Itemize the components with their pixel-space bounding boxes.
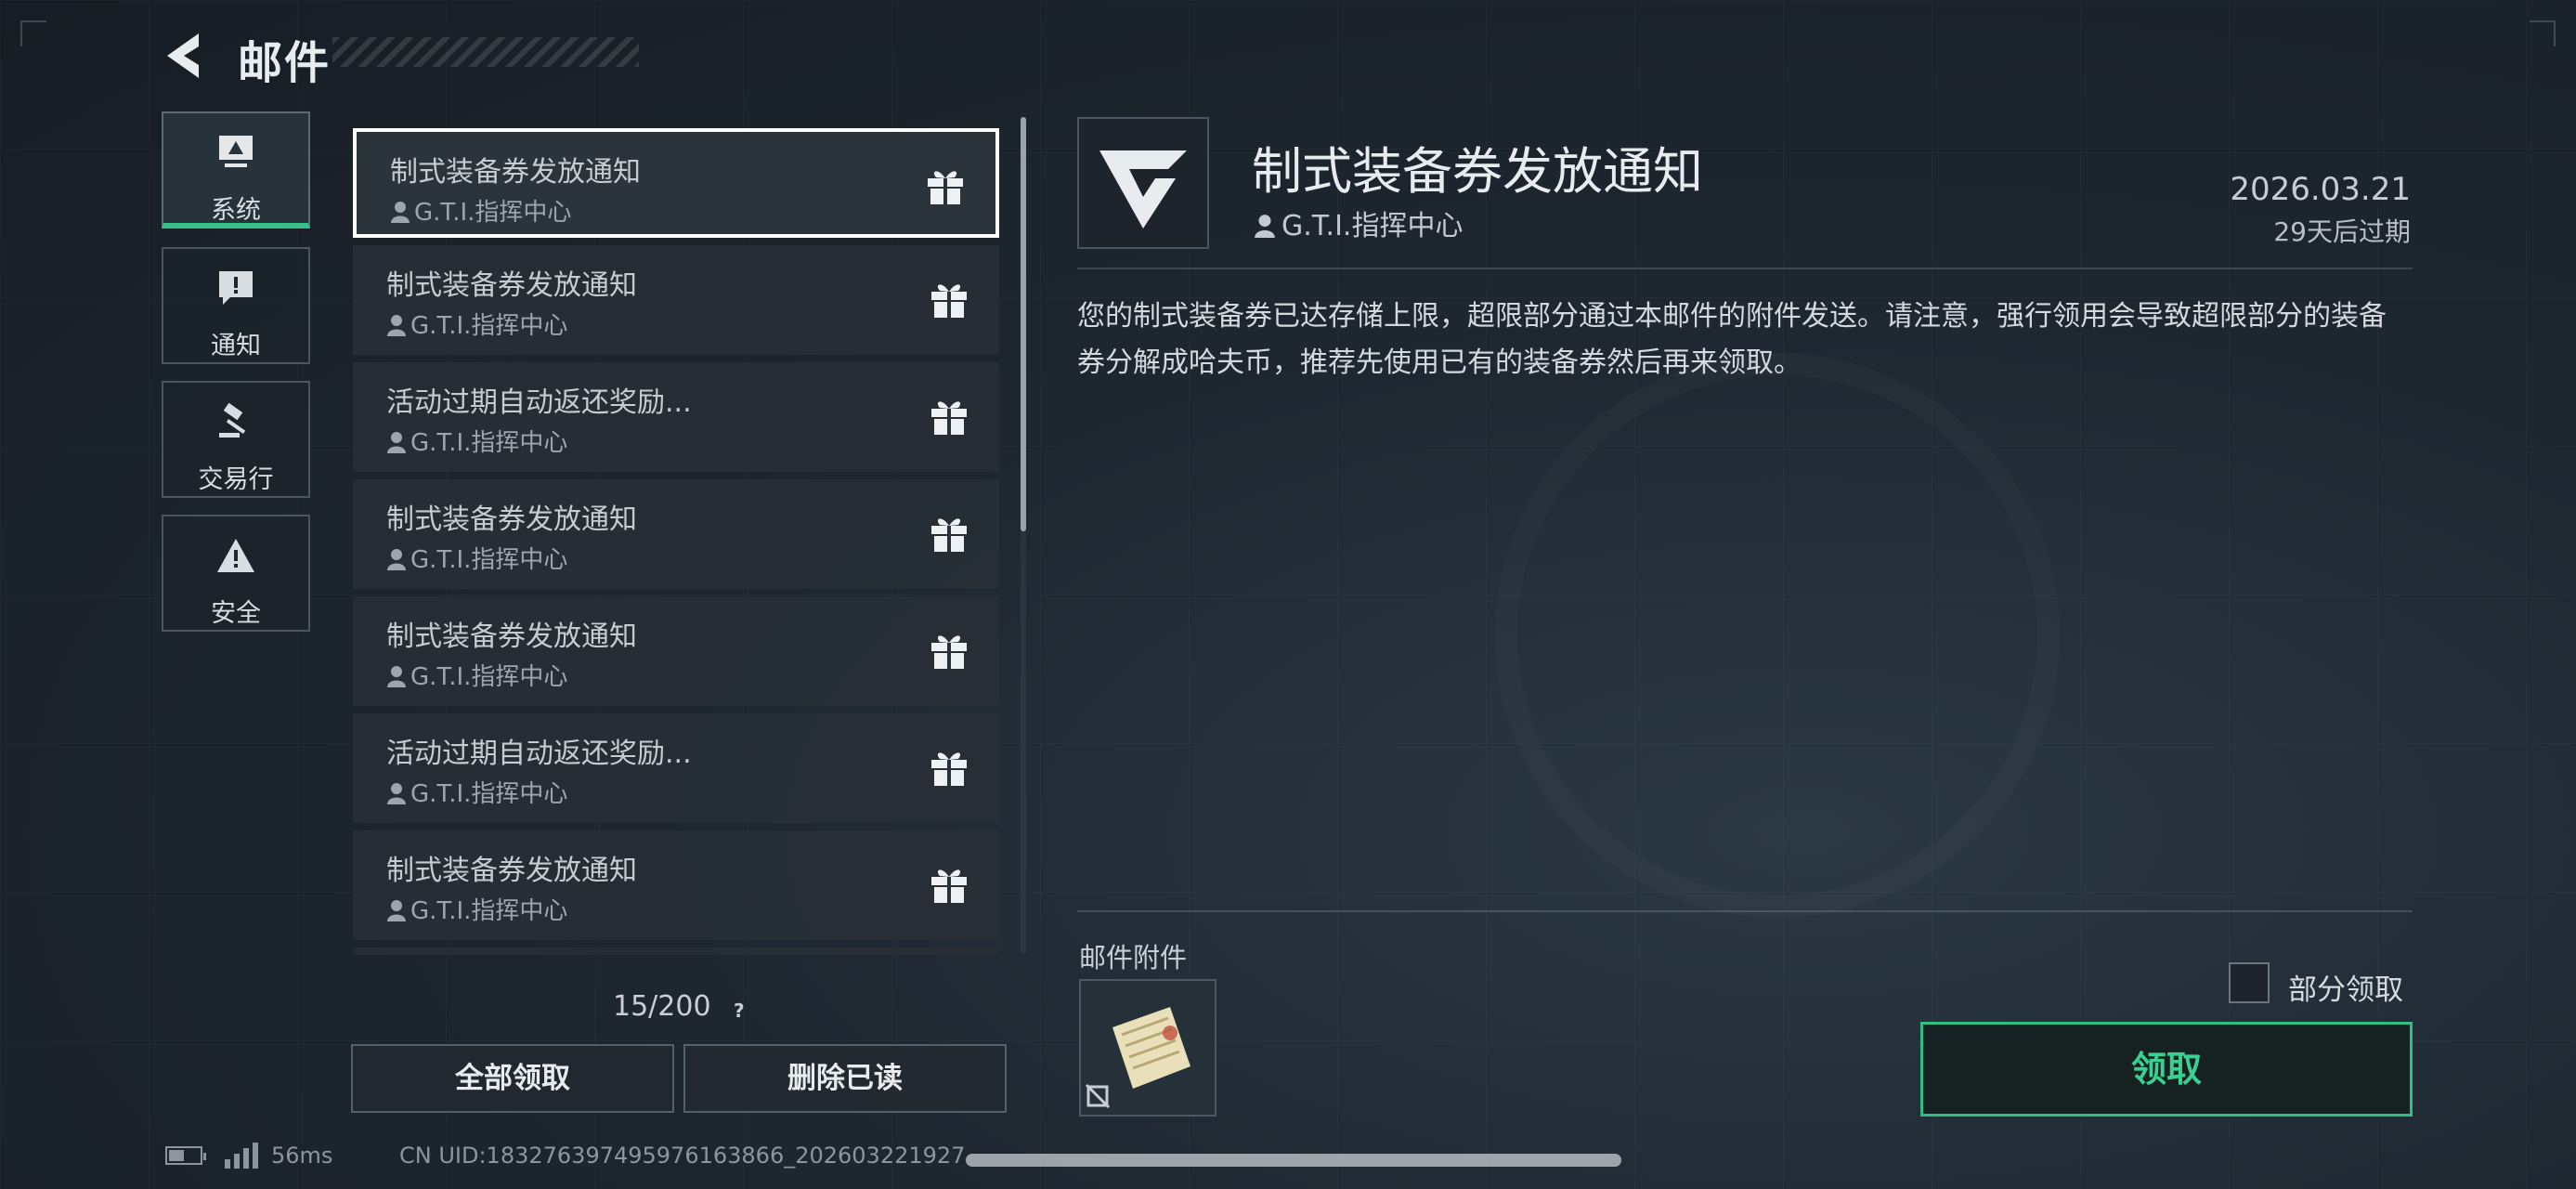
mail-detail-title: 制式装备券发放通知 [1252,142,1703,201]
tab-label: 安全 [211,599,261,628]
sender-logo [1077,117,1209,249]
mail-item-partial[interactable] [353,947,999,955]
mail-sender: G.T.I.指挥中心 [386,307,567,341]
frame-corner [2530,20,2556,46]
tab-system[interactable]: 系统 [162,111,310,229]
mail-sender: G.T.I.指挥中心 [386,658,567,692]
gift-icon [931,869,967,903]
frame-corner [20,20,46,46]
mail-sender: G.T.I.指挥中心 [386,541,567,575]
mail-sender-name: G.T.I.指挥中心 [410,780,568,808]
gift-icon [931,752,967,786]
uid-text: CN UID:1832763974959761638​66_2026032219… [399,1143,966,1169]
mail-title: 活动过期自动返还奖励... [386,386,692,419]
mail-sender: G.T.I.指挥中心 [390,193,571,228]
mail-sender-name: G.T.I.指挥中心 [410,546,568,574]
mail-date: 2026.03.21 [2230,171,2411,208]
back-arrow-icon[interactable] [158,28,214,84]
tab-label: 通知 [211,332,261,360]
voucher-document-icon [1085,1007,1190,1109]
mail-list: 制式装备券发放通知 G.T.I.指挥中心 制式装备券发放通知 G.T.I.指挥中… [353,124,999,955]
mail-title: 制式装备券发放通知 [386,621,637,653]
home-indicator[interactable] [966,1154,1621,1167]
gift-icon [931,401,967,435]
mail-item[interactable]: 活动过期自动返还奖励... G.T.I.指挥中心 [353,713,999,823]
partial-claim-label: 部分领取 [2288,973,2403,1007]
mail-sender: G.T.I.指挥中心 [386,775,567,809]
mail-body: 您的制式装备券已达存储上限，超限部分通过本邮件的附件发送。请注意，强行领用会导致… [1077,300,2387,379]
mail-detail-sender-name: G.T.I.指挥中心 [1281,210,1464,242]
tab-notice[interactable]: 通知 [162,247,310,364]
latency-text: 56ms [271,1143,333,1169]
gavel-icon [219,403,246,438]
mail-item[interactable]: 制式装备券发放通知 G.T.I.指挥中心 [353,596,999,706]
mail-title: 活动过期自动返还奖励... [386,738,692,770]
mail-sender-name: G.T.I.指挥中心 [410,312,568,340]
claim-all-button[interactable]: 全部领取 [351,1044,674,1113]
claim-button[interactable]: 领取 [1920,1022,2413,1117]
warning-triangle-icon [217,539,254,572]
mail-sender: G.T.I.指挥中心 [386,892,567,926]
attachment-item[interactable] [1079,979,1216,1117]
gti-logo-icon [1099,150,1187,229]
person-icon [387,783,406,804]
mail-sender-name: G.T.I.指挥中心 [410,897,568,925]
mail-item[interactable]: 制式装备券发放通知 G.T.I.指挥中心 [353,245,999,355]
mail-detail-sender: G.T.I.指挥中心 [1254,203,1463,243]
tab-trade[interactable]: 交易行 [162,381,310,498]
mail-item[interactable]: 活动过期自动返还奖励... G.T.I.指挥中心 [353,362,999,472]
mail-counter: 15/200 [613,990,711,1023]
battery-icon [165,1146,206,1165]
help-icon[interactable]: ? [734,1000,745,1022]
scrollbar-thumb[interactable] [1021,117,1026,531]
mail-title: 制式装备券发放通知 [386,855,637,887]
mail-expire: 29天后过期 [2273,216,2411,247]
person-icon [391,202,410,223]
attachments-label: 邮件附件 [1079,942,1188,973]
mail-title: 制式装备券发放通知 [386,503,637,536]
partial-claim-checkbox[interactable] [2229,962,2270,1003]
mail-item[interactable]: 制式装备券发放通知 G.T.I.指挥中心 [353,128,999,238]
gift-icon [931,635,967,669]
delete-read-button[interactable]: 删除已读 [683,1044,1007,1113]
gift-icon [931,518,967,552]
page-title: 邮件 [238,37,332,89]
divider [1077,268,2413,269]
gift-icon [931,284,967,318]
signal-icon [225,1143,258,1169]
divider [1077,910,2413,912]
tab-security[interactable]: 安全 [162,515,310,632]
person-icon [387,549,406,570]
mail-sender: G.T.I.指挥中心 [386,424,567,458]
person-icon [1255,215,1275,238]
monitor-icon [219,136,253,167]
gift-icon [928,171,963,204]
tab-label: 系统 [211,196,261,225]
person-icon [387,900,406,921]
mail-title: 制式装备券发放通知 [390,156,641,189]
mail-item[interactable]: 制式装备券发放通知 G.T.I.指挥中心 [353,830,999,940]
person-icon [387,315,406,336]
tab-label: 交易行 [198,465,274,494]
header: 邮件 [158,24,641,89]
mail-sender-name: G.T.I.指挥中心 [410,663,568,691]
mail-sender-name: G.T.I.指挥中心 [414,199,572,227]
mail-sender-name: G.T.I.指挥中心 [410,429,568,457]
person-icon [387,666,406,687]
person-icon [387,432,406,453]
exclamation-bubble-icon [219,271,253,305]
title-decoration [332,37,639,67]
mail-title: 制式装备券发放通知 [386,269,637,302]
mail-item[interactable]: 制式装备券发放通知 G.T.I.指挥中心 [353,479,999,589]
background-emblem [1495,353,2060,918]
